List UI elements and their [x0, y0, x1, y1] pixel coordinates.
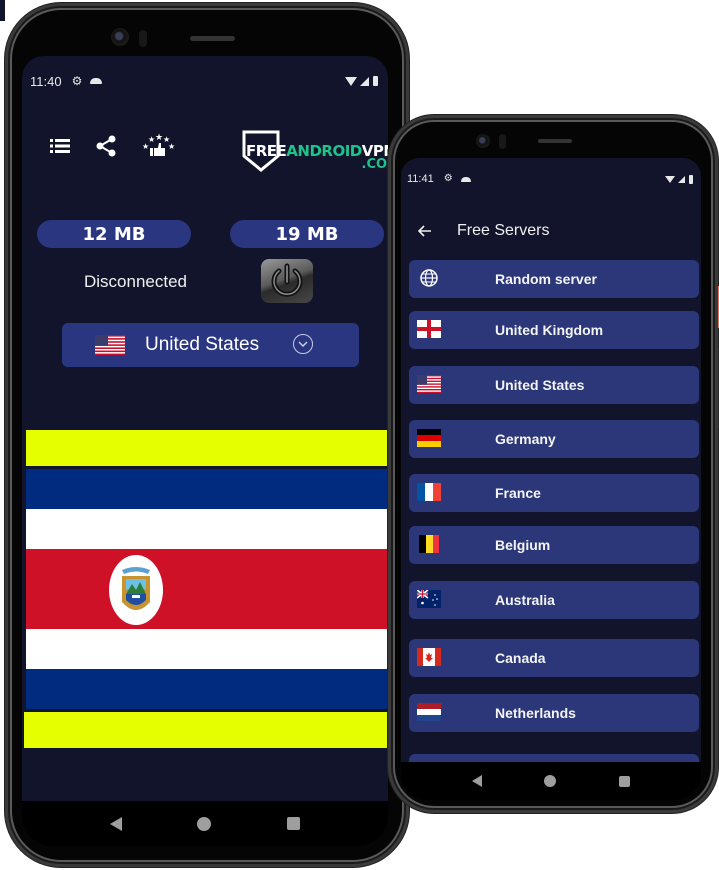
- sensor: [499, 134, 506, 149]
- signal-icon: [360, 76, 369, 86]
- server-item-belgium[interactable]: Belgium: [409, 526, 699, 564]
- flag-band-white: [26, 509, 388, 549]
- signal-icon: [678, 175, 685, 183]
- server-name: France: [495, 485, 541, 501]
- selected-country-name: United States: [145, 334, 260, 355]
- de-flag-icon: [417, 429, 441, 447]
- flag-band-blue: [26, 469, 388, 509]
- server-item-united-states[interactable]: United States: [409, 366, 699, 404]
- server-name: Belgium: [495, 537, 551, 553]
- server-item-canada[interactable]: Canada: [409, 639, 699, 677]
- arrow-left-icon[interactable]: [415, 221, 435, 241]
- fr-flag-icon: [417, 483, 441, 501]
- front-camera: [476, 134, 490, 148]
- logo-dotcom: .COM: [361, 157, 388, 172]
- app-logo: FREEANDROIDVPN .COM: [242, 128, 388, 174]
- server-item-random[interactable]: Random server: [409, 260, 699, 298]
- connection-status: Disconnected: [84, 272, 188, 291]
- flag-frame-bottom: [24, 712, 388, 748]
- nav-back-icon[interactable]: [472, 775, 483, 787]
- battery-icon: [373, 76, 378, 86]
- cloud-icon: [90, 78, 103, 84]
- server-name: Random server: [495, 271, 597, 287]
- sensor: [139, 30, 147, 47]
- earpiece-speaker: [538, 139, 572, 143]
- server-name: United Kingdom: [495, 322, 604, 338]
- logo-free: FREE: [246, 142, 287, 160]
- nav-home-icon[interactable]: [197, 816, 212, 831]
- chevron-down-icon[interactable]: [293, 334, 313, 354]
- server-item-france[interactable]: France: [409, 474, 699, 512]
- nav-bar: [401, 762, 701, 800]
- wifi-icon: [665, 175, 675, 183]
- rate-stars-thumbs-up-icon[interactable]: ★ ★ ★ ★ ★: [140, 133, 176, 158]
- share-icon[interactable]: [94, 134, 118, 158]
- gear-icon: ⚙: [443, 173, 453, 184]
- server-item-germany[interactable]: Germany: [409, 420, 699, 458]
- app-bar: Free Servers: [401, 216, 701, 246]
- server-name: Germany: [495, 431, 556, 447]
- be-flag-icon: [419, 535, 439, 553]
- list-icon[interactable]: [48, 134, 72, 158]
- phone-left: 11:40 ⚙ ★ ★ ★ ★ ★ FREEANDROIDVP .CO 12 M…: [5, 3, 409, 867]
- earpiece-speaker: [190, 36, 235, 41]
- au-flag-icon: [417, 590, 441, 608]
- server-name: Netherlands: [495, 705, 576, 721]
- logo-android: ANDROID: [286, 142, 362, 160]
- server-name: Canada: [495, 650, 546, 666]
- server-item-australia[interactable]: Australia: [409, 581, 699, 619]
- corner-mark: [0, 0, 5, 21]
- server-item-partial[interactable]: [409, 754, 699, 762]
- status-bar: 11:41 ⚙: [401, 171, 701, 187]
- main-screen: 11:40 ⚙ ★ ★ ★ ★ ★ FREEANDROIDVP .CO 12 M…: [22, 56, 388, 801]
- nl-flag-icon: [417, 703, 441, 721]
- front-camera: [111, 28, 129, 46]
- nav-recents-icon[interactable]: [618, 775, 630, 787]
- server-item-united-kingdom[interactable]: United Kingdom: [409, 311, 699, 349]
- status-time: 11:40: [30, 73, 62, 89]
- nav-recents-icon[interactable]: [287, 817, 301, 830]
- flag-band-white: [26, 629, 388, 669]
- server-name: Australia: [495, 592, 555, 608]
- toolbar: ★ ★ ★ ★ ★: [48, 133, 176, 158]
- server-list: Random server United Kingdom United Stat…: [409, 260, 699, 762]
- flag-band-blue: [26, 669, 388, 709]
- status-time: 11:41: [407, 173, 434, 185]
- flag-frame-top: [26, 430, 388, 466]
- download-traffic: 12 MB: [37, 220, 191, 248]
- country-selector[interactable]: United States: [62, 323, 359, 367]
- us-flag-icon: [95, 335, 125, 355]
- gear-icon: ⚙: [71, 74, 83, 88]
- flag-band-red: [26, 549, 388, 629]
- page-title: Free Servers: [457, 222, 550, 239]
- phone-right: 11:41 ⚙ Free Servers Random server Unite…: [388, 115, 719, 813]
- power-button[interactable]: [261, 259, 313, 303]
- svg-text:★: ★: [168, 142, 175, 151]
- country-flag-display: [24, 430, 388, 748]
- cloud-icon: [460, 176, 471, 182]
- upload-traffic: 19 MB: [230, 220, 384, 248]
- ca-flag-icon: [417, 648, 441, 666]
- coat-of-arms-icon: [109, 555, 163, 625]
- status-bar: 11:40 ⚙: [22, 72, 388, 90]
- server-item-netherlands[interactable]: Netherlands: [409, 694, 699, 732]
- nav-home-icon[interactable]: [544, 775, 557, 787]
- power-icon: [271, 263, 303, 297]
- svg-text:★: ★: [155, 133, 163, 142]
- nav-bar: [22, 801, 388, 846]
- servers-screen: 11:41 ⚙ Free Servers Random server Unite…: [401, 158, 701, 762]
- battery-icon: [689, 174, 693, 184]
- england-flag-icon: [417, 320, 441, 338]
- globe-icon: [420, 269, 438, 287]
- nav-back-icon[interactable]: [109, 816, 122, 831]
- server-name: United States: [495, 377, 585, 393]
- us-flag-icon: [417, 375, 441, 393]
- wifi-icon: [345, 76, 357, 86]
